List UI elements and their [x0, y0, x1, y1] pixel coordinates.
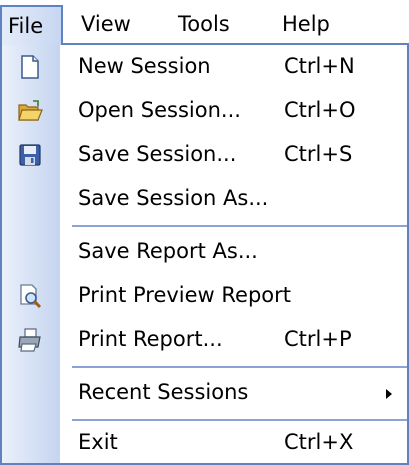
menu-item-label: Save Session As...	[78, 186, 269, 210]
menu-item-open-session[interactable]: Open Session... Ctrl+O	[2, 89, 407, 133]
menu-item-label: Print Preview Report	[78, 283, 292, 307]
menu-bar: File View Tools Help	[0, 0, 409, 45]
menu-separator	[72, 225, 407, 227]
menu-view[interactable]: View	[81, 5, 131, 45]
menu-item-shortcut: Ctrl+O	[284, 98, 356, 122]
save-disk-icon	[16, 141, 44, 169]
submenu-arrow-icon	[386, 389, 392, 399]
menu-item-shortcut: Ctrl+S	[284, 142, 353, 166]
new-document-icon	[16, 53, 44, 81]
menu-item-label: Exit	[78, 430, 118, 454]
menu-item-save-report-as[interactable]: Save Report As...	[2, 230, 407, 274]
open-folder-icon	[16, 97, 44, 125]
menu-tools[interactable]: Tools	[178, 5, 230, 45]
menu-item-label: Save Report As...	[78, 239, 258, 263]
print-preview-icon	[16, 282, 44, 310]
menu-file[interactable]: File	[0, 5, 63, 45]
menu-item-save-session-as[interactable]: Save Session As...	[2, 177, 407, 221]
file-menu-dropdown: New Session Ctrl+N Open Session... Ctrl+…	[0, 43, 409, 465]
menu-item-exit[interactable]: Exit Ctrl+X	[2, 421, 407, 465]
menu-item-shortcut: Ctrl+N	[284, 54, 355, 78]
menu-item-label: Recent Sessions	[78, 380, 249, 404]
menu-help[interactable]: Help	[282, 5, 330, 45]
menu-item-print-report[interactable]: Print Report... Ctrl+P	[2, 318, 407, 362]
menu-separator	[72, 366, 407, 368]
menu-item-shortcut: Ctrl+P	[284, 327, 352, 351]
menu-item-label: Open Session...	[78, 98, 241, 122]
menu-item-label: New Session	[78, 54, 211, 78]
menu-item-save-session[interactable]: Save Session... Ctrl+S	[2, 133, 407, 177]
menu-item-print-preview-report[interactable]: Print Preview Report	[2, 274, 407, 318]
menu-item-label: Save Session...	[78, 142, 237, 166]
printer-icon	[16, 326, 44, 354]
menu-item-new-session[interactable]: New Session Ctrl+N	[2, 45, 407, 89]
menu-item-recent-sessions[interactable]: Recent Sessions	[2, 371, 407, 415]
menu-item-label: Print Report...	[78, 327, 223, 351]
menu-item-shortcut: Ctrl+X	[284, 430, 354, 454]
